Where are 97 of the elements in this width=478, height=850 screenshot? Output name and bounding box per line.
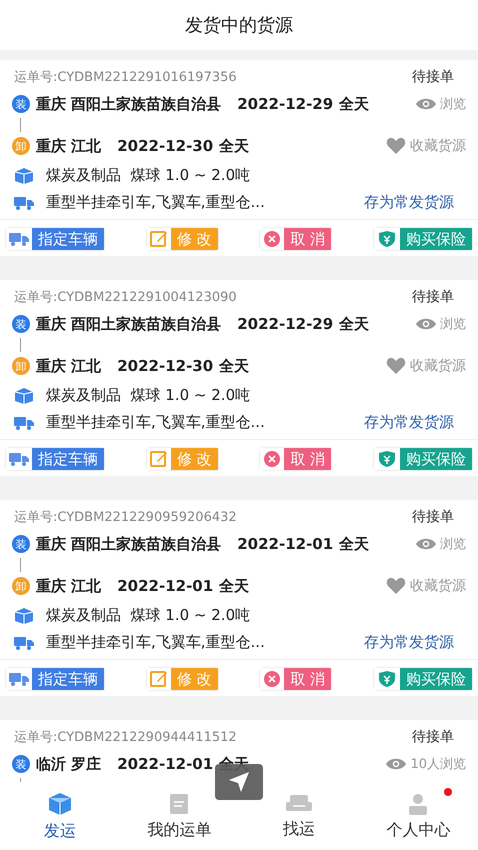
cancel-icon (260, 448, 284, 470)
action-button[interactable]: 取 消 (260, 668, 332, 690)
vehicle-text: 重型半挂牵引车,飞翼车,重型仓... (46, 633, 265, 652)
time-text: 全天 (219, 356, 250, 376)
place-text: 重庆 江北 (36, 136, 102, 156)
stop-badge: 卸 (12, 137, 30, 155)
box-icon (46, 790, 73, 816)
stop-badge: 卸 (12, 577, 30, 595)
place-text: 临沂 罗庄 (36, 754, 102, 774)
favorite-button[interactable]: 收藏货源 (410, 577, 466, 595)
box-icon (14, 386, 34, 404)
eye-icon (416, 317, 436, 331)
view-count: 浏览 (440, 536, 466, 553)
date-text: 2022-12-30 (117, 357, 214, 375)
status-label: 待接单 (412, 288, 454, 306)
favorite-button[interactable]: 收藏货源 (410, 137, 466, 155)
cancel-icon (260, 228, 284, 250)
time-text: 全天 (219, 136, 250, 156)
action-button[interactable]: 修 改 (146, 228, 218, 250)
cancel-icon (260, 668, 284, 690)
eye-icon (386, 757, 406, 771)
shield-icon (374, 448, 400, 470)
action-button[interactable]: 购买保险 (374, 448, 472, 470)
cargo-text: 煤炭及制品 煤球 1.0 ~ 2.0吨 (46, 386, 250, 405)
save-link[interactable]: 存为常发货源 (364, 633, 454, 652)
eye-icon (416, 537, 436, 551)
action-button[interactable]: 购买保险 (374, 228, 472, 250)
document-icon (168, 792, 190, 816)
action-button[interactable]: 指定车辆 (6, 228, 104, 250)
action-button[interactable]: 取 消 (260, 448, 332, 470)
shield-icon (374, 668, 400, 690)
favorite-button[interactable]: 收藏货源 (410, 357, 466, 375)
nav-tab[interactable]: 找运 (239, 782, 358, 850)
status-label: 待接单 (412, 728, 454, 746)
nav-tab[interactable]: 个人中心 (358, 782, 478, 850)
time-text: 全天 (339, 534, 370, 554)
time-text: 全天 (219, 576, 250, 596)
save-link[interactable]: 存为常发货源 (364, 413, 454, 432)
action-button[interactable]: 指定车辆 (6, 448, 104, 470)
person-icon (407, 792, 430, 816)
arrow-icon (227, 770, 251, 794)
truck-icon (14, 196, 34, 210)
truck-icon (6, 448, 32, 470)
order-number: 运单号:CYDBM2212290944411512 (14, 729, 237, 746)
place-text: 重庆 酉阳土家族苗族自治县 (36, 314, 222, 334)
eye-icon (416, 97, 436, 111)
date-text: 2022-12-01 (237, 535, 334, 553)
truck-icon (6, 668, 32, 690)
action-button[interactable]: 修 改 (146, 448, 218, 470)
truck-icon (6, 228, 32, 250)
action-button[interactable]: 取 消 (260, 228, 332, 250)
shield-icon (374, 228, 400, 250)
vehicle-text: 重型半挂牵引车,飞翼车,重型仓... (46, 193, 265, 212)
view-count: 10人浏览 (410, 756, 466, 773)
view-count: 浏览 (440, 316, 466, 333)
nav-tab[interactable]: 发运 (0, 782, 120, 850)
edit-icon (146, 228, 171, 250)
vehicle-text: 重型半挂牵引车,飞翼车,重型仓... (46, 413, 265, 432)
edit-icon (146, 668, 171, 690)
box-icon (14, 606, 34, 624)
date-text: 2022-12-30 (117, 137, 214, 155)
order-number: 运单号:CYDBM2212291004123090 (14, 289, 237, 306)
view-count: 浏览 (440, 96, 466, 113)
stop-badge: 装 (12, 755, 30, 773)
date-text: 2022-12-01 (117, 577, 214, 595)
page-title: 发货中的货源 (185, 14, 293, 37)
heart-icon (386, 357, 406, 375)
heart-icon (386, 137, 406, 155)
place-text: 重庆 酉阳土家族苗族自治县 (36, 534, 222, 554)
cargo-text: 煤炭及制品 煤球 1.0 ~ 2.0吨 (46, 606, 250, 625)
time-text: 全天 (339, 314, 370, 334)
place-text: 重庆 江北 (36, 576, 102, 596)
stop-badge: 装 (12, 315, 30, 333)
cargo-text: 煤炭及制品 煤球 1.0 ~ 2.0吨 (46, 166, 250, 185)
stop-badge: 装 (12, 95, 30, 113)
order-number: 运单号:CYDBM2212290959206432 (14, 509, 237, 526)
edit-icon (146, 448, 171, 470)
place-text: 重庆 酉阳土家族苗族自治县 (36, 94, 222, 114)
box-icon (14, 166, 34, 184)
time-text: 全天 (339, 94, 370, 114)
stop-badge: 卸 (12, 357, 30, 375)
save-link[interactable]: 存为常发货源 (364, 193, 454, 212)
action-button[interactable]: 购买保险 (374, 668, 472, 690)
stop-badge: 装 (12, 535, 30, 553)
status-label: 待接单 (412, 508, 454, 526)
order-number: 运单号:CYDBM2212291016197356 (14, 69, 237, 86)
status-label: 待接单 (412, 68, 454, 86)
truck-icon (14, 636, 34, 650)
date-text: 2022-12-01 (117, 755, 214, 773)
date-text: 2022-12-29 (237, 95, 334, 113)
truck-icon (14, 416, 34, 430)
place-text: 重庆 江北 (36, 356, 102, 376)
nav-tab[interactable]: 我的运单 (120, 782, 239, 850)
action-button[interactable]: 指定车辆 (6, 668, 104, 690)
date-text: 2022-12-29 (237, 315, 334, 333)
heart-icon (386, 577, 406, 595)
action-button[interactable]: 修 改 (146, 668, 218, 690)
